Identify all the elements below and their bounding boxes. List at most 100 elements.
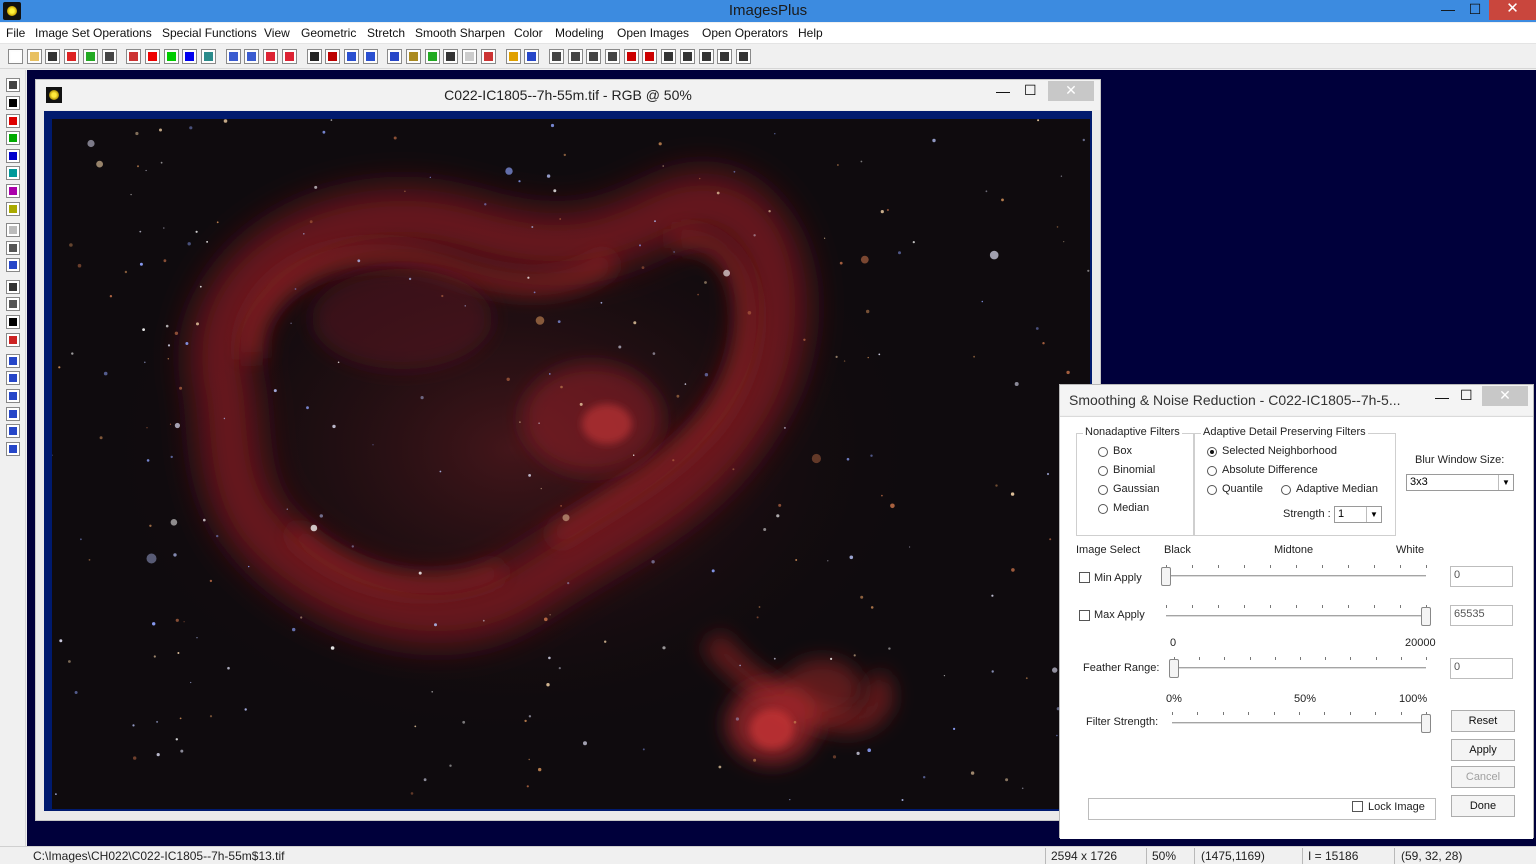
move-icon[interactable] bbox=[6, 354, 20, 368]
max-apply-checkbox[interactable] bbox=[1079, 610, 1090, 621]
red-square-icon[interactable] bbox=[6, 114, 20, 128]
refresh-icon[interactable] bbox=[6, 223, 20, 237]
zoom-in-icon[interactable] bbox=[548, 49, 564, 64]
max-apply-slider[interactable] bbox=[1160, 599, 1432, 626]
rgb-channels-icon[interactable] bbox=[126, 49, 142, 64]
close-button[interactable]: ✕ bbox=[1489, 0, 1536, 20]
maximize-button[interactable]: ☐ bbox=[1461, 0, 1489, 20]
redo-icon[interactable] bbox=[244, 49, 260, 64]
binomial-radio[interactable] bbox=[1098, 466, 1108, 476]
image-window[interactable]: C022-IC1805--7h-55m.tif - RGB @ 50% — ☐ … bbox=[35, 79, 1101, 821]
image-maximize-button[interactable]: ☐ bbox=[1024, 82, 1037, 99]
plus-icon[interactable] bbox=[424, 49, 440, 64]
reset-button[interactable]: Reset bbox=[1451, 710, 1515, 732]
min-apply-field[interactable]: 0 bbox=[1450, 566, 1513, 587]
blue-square-icon[interactable] bbox=[6, 149, 20, 163]
blur-window-select[interactable]: 3x3 ▼ bbox=[1406, 474, 1514, 491]
strength-select[interactable]: 1 ▼ bbox=[1334, 506, 1382, 523]
black-square-icon[interactable] bbox=[6, 96, 20, 110]
slider-thumb[interactable] bbox=[1421, 714, 1431, 733]
min-apply-slider[interactable] bbox=[1160, 559, 1432, 586]
median-radio[interactable] bbox=[1098, 504, 1108, 514]
menu-open-operators[interactable]: Open Operators bbox=[702, 26, 788, 40]
print-icon[interactable] bbox=[101, 49, 117, 64]
crosshair-icon[interactable] bbox=[443, 49, 459, 64]
menu-open-images[interactable]: Open Images bbox=[617, 26, 689, 40]
triangle-icon[interactable] bbox=[387, 49, 403, 64]
red-box-icon[interactable] bbox=[6, 333, 20, 347]
dialog-titlebar[interactable]: Smoothing & Noise Reduction - C022-IC180… bbox=[1060, 385, 1533, 415]
bars-icon[interactable] bbox=[6, 297, 20, 311]
small-box-icon[interactable] bbox=[462, 49, 478, 64]
selected-neighborhood-radio[interactable] bbox=[1207, 447, 1217, 457]
menu-image-set-operations[interactable]: Image Set Operations bbox=[35, 26, 152, 40]
brush-icon[interactable] bbox=[6, 241, 20, 255]
red-mask-icon[interactable] bbox=[325, 49, 341, 64]
dialog-close-button[interactable]: ✕ bbox=[1482, 386, 1528, 406]
chevron-down-icon[interactable]: ▼ bbox=[1366, 507, 1381, 522]
image-close-button[interactable]: ✕ bbox=[1048, 81, 1094, 101]
lock-image-checkbox[interactable] bbox=[1352, 801, 1363, 812]
image-window-titlebar[interactable]: C022-IC1805--7h-55m.tif - RGB @ 50% — ☐ … bbox=[36, 80, 1100, 110]
rotate-right-icon[interactable] bbox=[6, 424, 20, 438]
measure-icon[interactable] bbox=[406, 49, 421, 64]
copy-icon[interactable] bbox=[6, 442, 20, 456]
pencil-icon[interactable] bbox=[505, 49, 521, 64]
right-arrow-icon[interactable] bbox=[6, 389, 20, 403]
undo-icon[interactable] bbox=[225, 49, 241, 64]
gaussian-radio[interactable] bbox=[1098, 485, 1108, 495]
redo-all-icon[interactable] bbox=[281, 49, 297, 64]
box-radio[interactable] bbox=[1098, 447, 1108, 457]
star-mask-icon[interactable] bbox=[306, 49, 322, 64]
menu-file[interactable]: File bbox=[6, 26, 25, 40]
done-button[interactable]: Done bbox=[1451, 795, 1515, 817]
menu-smooth-sharpen[interactable]: Smooth Sharpen bbox=[415, 26, 505, 40]
smoothing-dialog[interactable]: Smoothing & Noise Reduction - C022-IC180… bbox=[1059, 384, 1534, 839]
zoom-fit-icon[interactable] bbox=[586, 49, 602, 64]
quantile-radio[interactable] bbox=[1207, 485, 1217, 495]
save-snapshot-icon[interactable] bbox=[6, 78, 20, 92]
table-icon[interactable] bbox=[524, 49, 540, 64]
green-square-icon[interactable] bbox=[6, 131, 20, 145]
grid-icon[interactable] bbox=[201, 49, 216, 64]
square-2-icon[interactable] bbox=[679, 49, 695, 64]
open-icon[interactable] bbox=[26, 49, 42, 64]
delete-green-icon[interactable] bbox=[82, 49, 98, 64]
remove-window-icon[interactable] bbox=[642, 49, 658, 64]
square-5-icon[interactable] bbox=[735, 49, 751, 64]
menu-special-functions[interactable]: Special Functions bbox=[162, 26, 257, 40]
select-box-icon[interactable] bbox=[6, 280, 20, 294]
up-arrow-icon[interactable] bbox=[6, 371, 20, 385]
menu-geometric[interactable]: Geometric bbox=[301, 26, 356, 40]
chevron-down-icon[interactable]: ▼ bbox=[1498, 475, 1513, 490]
square-3-icon[interactable] bbox=[698, 49, 714, 64]
feather-range-slider[interactable] bbox=[1168, 651, 1432, 678]
menu-stretch[interactable]: Stretch bbox=[367, 26, 405, 40]
menu-modeling[interactable]: Modeling bbox=[555, 26, 604, 40]
cancel-button[interactable]: Cancel bbox=[1451, 766, 1515, 788]
red-channel-icon[interactable] bbox=[144, 49, 160, 64]
minimize-button[interactable]: — bbox=[1434, 0, 1462, 20]
undo-all-icon[interactable] bbox=[263, 49, 279, 64]
square-1-icon[interactable] bbox=[661, 49, 677, 64]
menu-color[interactable]: Color bbox=[514, 26, 543, 40]
slider-thumb[interactable] bbox=[1161, 567, 1171, 586]
add-window-icon[interactable] bbox=[623, 49, 639, 64]
blue-channel-icon[interactable] bbox=[182, 49, 198, 64]
palette-icon[interactable] bbox=[480, 49, 496, 64]
delete-red-icon[interactable] bbox=[64, 49, 80, 64]
menu-view[interactable]: View bbox=[264, 26, 290, 40]
rotate-left-icon[interactable] bbox=[6, 407, 20, 421]
filter-strength-slider[interactable] bbox=[1166, 706, 1432, 733]
absolute-difference-radio[interactable] bbox=[1207, 466, 1217, 476]
max-apply-field[interactable]: 65535 bbox=[1450, 605, 1513, 626]
image-minimize-button[interactable]: — bbox=[996, 83, 1010, 99]
cyan-square-icon[interactable] bbox=[6, 166, 20, 180]
contrast-icon[interactable] bbox=[6, 315, 20, 329]
menu-help[interactable]: Help bbox=[798, 26, 823, 40]
yellow-square-icon[interactable] bbox=[6, 202, 20, 216]
square-4-icon[interactable] bbox=[717, 49, 733, 64]
adaptive-median-radio[interactable] bbox=[1281, 485, 1291, 495]
feather-range-field[interactable]: 0 bbox=[1450, 658, 1513, 679]
save-icon[interactable] bbox=[45, 49, 61, 64]
